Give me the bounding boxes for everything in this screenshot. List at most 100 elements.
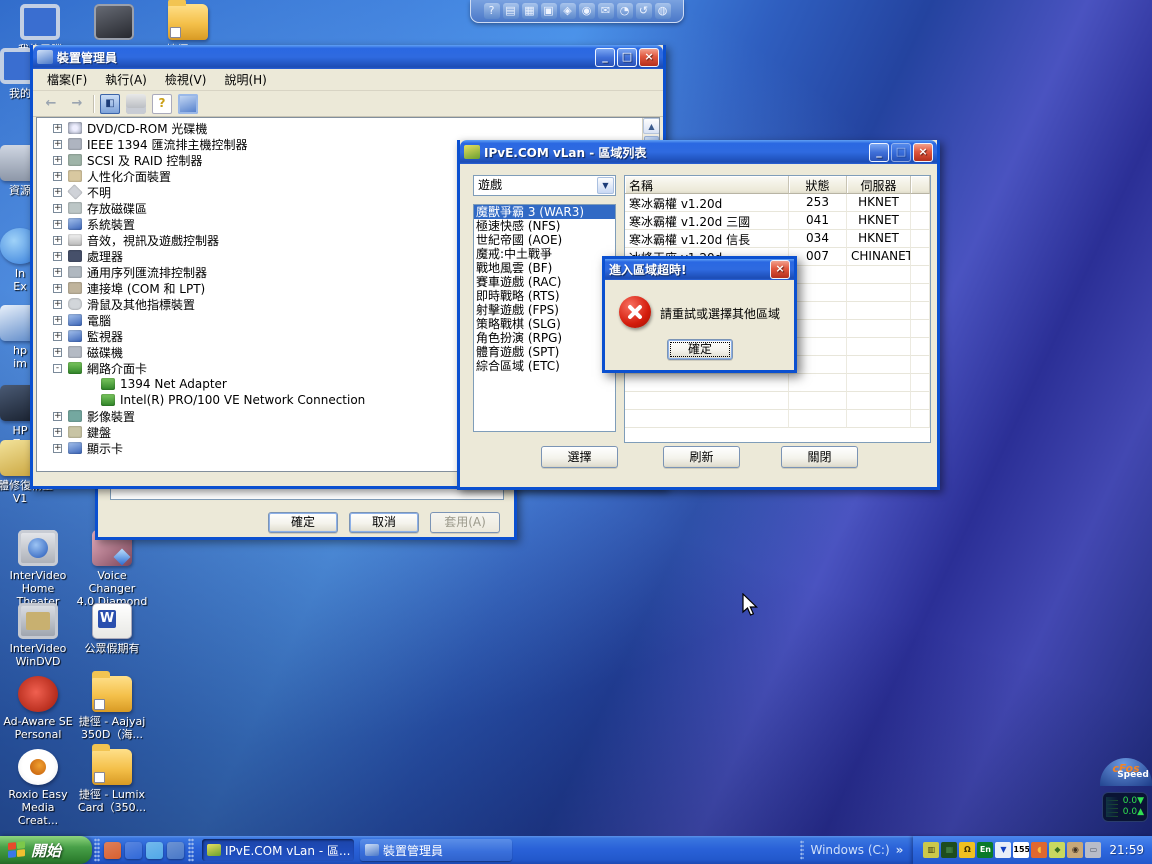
minimize-button[interactable]: _: [595, 48, 615, 67]
game-list-item[interactable]: 體育遊戲 (SPT): [474, 345, 615, 359]
tree-expander-icon[interactable]: +: [53, 428, 62, 437]
top-dock-toolbar[interactable]: ?▤▦▣◈◉✉◔↺◍: [470, 0, 684, 23]
media-quicklaunch-icon[interactable]: [104, 842, 121, 859]
speaker-tray-icon[interactable]: ◉: [1067, 842, 1083, 858]
table-row[interactable]: 寒冰霸權 v1.20d 信長034HKNET: [625, 230, 930, 248]
cfos-speed-widget[interactable]: cFos Speed: [1100, 758, 1152, 786]
tree-expander-icon[interactable]: +: [53, 268, 62, 277]
cancel-button[interactable]: 取消: [349, 512, 419, 533]
intervideo-home-theater-icon[interactable]: InterVideoHome Theater: [0, 530, 76, 608]
vlan-tray-icon[interactable]: ▥: [923, 842, 939, 858]
tree-expander-icon[interactable]: -: [53, 364, 62, 373]
tree-expander-icon[interactable]: +: [53, 124, 62, 133]
device-tree-item[interactable]: +DVD/CD-ROM 光碟機: [39, 120, 640, 136]
grid-tray-icon[interactable]: ▦: [941, 842, 957, 858]
help-icon[interactable]: ?: [484, 3, 500, 19]
table-row[interactable]: 寒冰霸權 v1.20d 三國041HKNET: [625, 212, 930, 230]
vlan-titlebar[interactable]: IPvE.COM vLan - 區域列表 _ □ ×: [460, 140, 937, 164]
sync-icon[interactable]: ↺: [636, 3, 652, 19]
drive-toolbar-label[interactable]: Windows (C:): [810, 843, 889, 857]
computer-icon[interactable]: [178, 94, 198, 114]
close-button[interactable]: ×: [913, 143, 933, 162]
menu-item[interactable]: 說明(H): [216, 69, 274, 90]
scroll-up-icon[interactable]: ▲: [643, 118, 660, 134]
task-button[interactable]: IPvE.COM vLan - 區...: [202, 839, 354, 861]
phone-icon[interactable]: ◍: [655, 3, 671, 19]
menu-item[interactable]: 檢視(V): [157, 69, 215, 90]
close-button[interactable]: ×: [639, 48, 659, 67]
tree-expander-icon[interactable]: +: [53, 140, 62, 149]
refresh-button[interactable]: 刷新: [663, 446, 740, 468]
game-list-item[interactable]: 戰地風雲 (BF): [474, 261, 615, 275]
game-list-item[interactable]: 角色扮演 (RPG): [474, 331, 615, 345]
tree-expander-icon[interactable]: +: [53, 236, 62, 245]
menu-item[interactable]: 檔案(F): [39, 69, 95, 90]
tree-expander-icon[interactable]: +: [53, 220, 62, 229]
select-button[interactable]: 選擇: [541, 446, 618, 468]
word-doc-icon[interactable]: 公眾假期有: [74, 603, 150, 655]
player-quicklaunch-icon[interactable]: [125, 842, 142, 859]
camera-icon[interactable]: ◈: [560, 3, 576, 19]
maximize-button[interactable]: □: [617, 48, 637, 67]
chevron-down-icon[interactable]: ▼: [597, 177, 614, 194]
print-icon[interactable]: [126, 94, 146, 114]
column-header[interactable]: 名稱: [625, 176, 789, 194]
lang-en-indicator[interactable]: En: [977, 842, 993, 858]
game-list-item[interactable]: 策略戰棋 (SLG): [474, 317, 615, 331]
tree-expander-icon[interactable]: +: [53, 204, 62, 213]
table-row[interactable]: 寒冰霸權 v1.20d253HKNET: [625, 194, 930, 212]
notes-icon[interactable]: ▦: [522, 3, 538, 19]
tree-expander-icon[interactable]: +: [53, 444, 62, 453]
game-list-item[interactable]: 世紀帝國 (AOE): [474, 233, 615, 247]
menu-item[interactable]: 執行(A): [97, 69, 155, 90]
column-header[interactable]: 狀態: [789, 176, 847, 194]
fish-tray-icon[interactable]: ◖: [1031, 842, 1047, 858]
browser-quicklaunch-icon[interactable]: [146, 842, 163, 859]
shortcut-aajyaj-folder-icon[interactable]: 捷徑 - Aajyaj350D（海...: [74, 676, 150, 741]
ok-button[interactable]: 確定: [268, 512, 338, 533]
game-list-item[interactable]: 極速快感 (NFS): [474, 219, 615, 233]
roxio-icon[interactable]: Roxio EasyMedia Creat...: [0, 749, 76, 827]
nvidia-tray-icon[interactable]: ◆: [1049, 842, 1065, 858]
game-category-dropdown[interactable]: 遊戲 ▼: [473, 175, 616, 196]
tree-expander-icon[interactable]: +: [53, 412, 62, 421]
photo-icon[interactable]: ▣: [541, 3, 557, 19]
v7-tray-icon[interactable]: ▼: [995, 842, 1011, 858]
tree-expander-icon[interactable]: +: [53, 348, 62, 357]
counter-155-icon[interactable]: 155: [1013, 842, 1029, 858]
error-dialog-titlebar[interactable]: 進入區域超時! ×: [605, 259, 794, 280]
tree-expander-icon[interactable]: +: [53, 156, 62, 165]
ok-button[interactable]: 確定: [667, 339, 733, 360]
chevron-expand-icon[interactable]: »: [896, 843, 904, 857]
media-player-icon[interactable]: ◉: [579, 3, 595, 19]
start-button[interactable]: 開始: [0, 836, 92, 864]
voice-changer-icon[interactable]: Voice Changer4.0 Diamond: [74, 530, 150, 608]
tree-expander-icon[interactable]: +: [53, 188, 62, 197]
tree-expander-icon[interactable]: +: [53, 300, 62, 309]
close-icon[interactable]: ×: [770, 260, 790, 279]
back-icon[interactable]: ←: [41, 94, 61, 114]
game-list-item[interactable]: 射擊遊戲 (FPS): [474, 303, 615, 317]
minimize-button[interactable]: _: [869, 143, 889, 162]
show-desktop-icon[interactable]: [167, 842, 184, 859]
printer-tray-icon[interactable]: ▭: [1085, 842, 1101, 858]
game-list-item[interactable]: 賽車遊戲 (RAC): [474, 275, 615, 289]
cfos-tray-icon[interactable]: Ω: [959, 842, 975, 858]
tree-expander-icon[interactable]: +: [53, 316, 62, 325]
game-list-item[interactable]: 綜合區域 (ETC): [474, 359, 615, 373]
toolbar-grip[interactable]: [800, 840, 804, 860]
intervideo-windvd-icon[interactable]: InterVideoWinDVD: [0, 603, 76, 668]
cfos-traffic-gauge[interactable]: 0.0▼ 0.0▲: [1102, 792, 1148, 822]
forward-icon[interactable]: →: [67, 94, 87, 114]
mail-icon[interactable]: ✉: [598, 3, 614, 19]
task-button[interactable]: 裝置管理員: [360, 839, 512, 861]
game-list-item[interactable]: 魔戒:中土戰爭: [474, 247, 615, 261]
show-panel-icon[interactable]: ◧: [100, 94, 120, 114]
game-list-item[interactable]: 魔獸爭霸 3 (WAR3): [474, 205, 615, 219]
tree-expander-icon[interactable]: +: [53, 284, 62, 293]
close-button[interactable]: 關閉: [781, 446, 858, 468]
help-icon[interactable]: ?: [152, 94, 172, 114]
tree-expander-icon[interactable]: +: [53, 252, 62, 261]
column-header[interactable]: [911, 176, 930, 194]
tree-expander-icon[interactable]: +: [53, 172, 62, 181]
